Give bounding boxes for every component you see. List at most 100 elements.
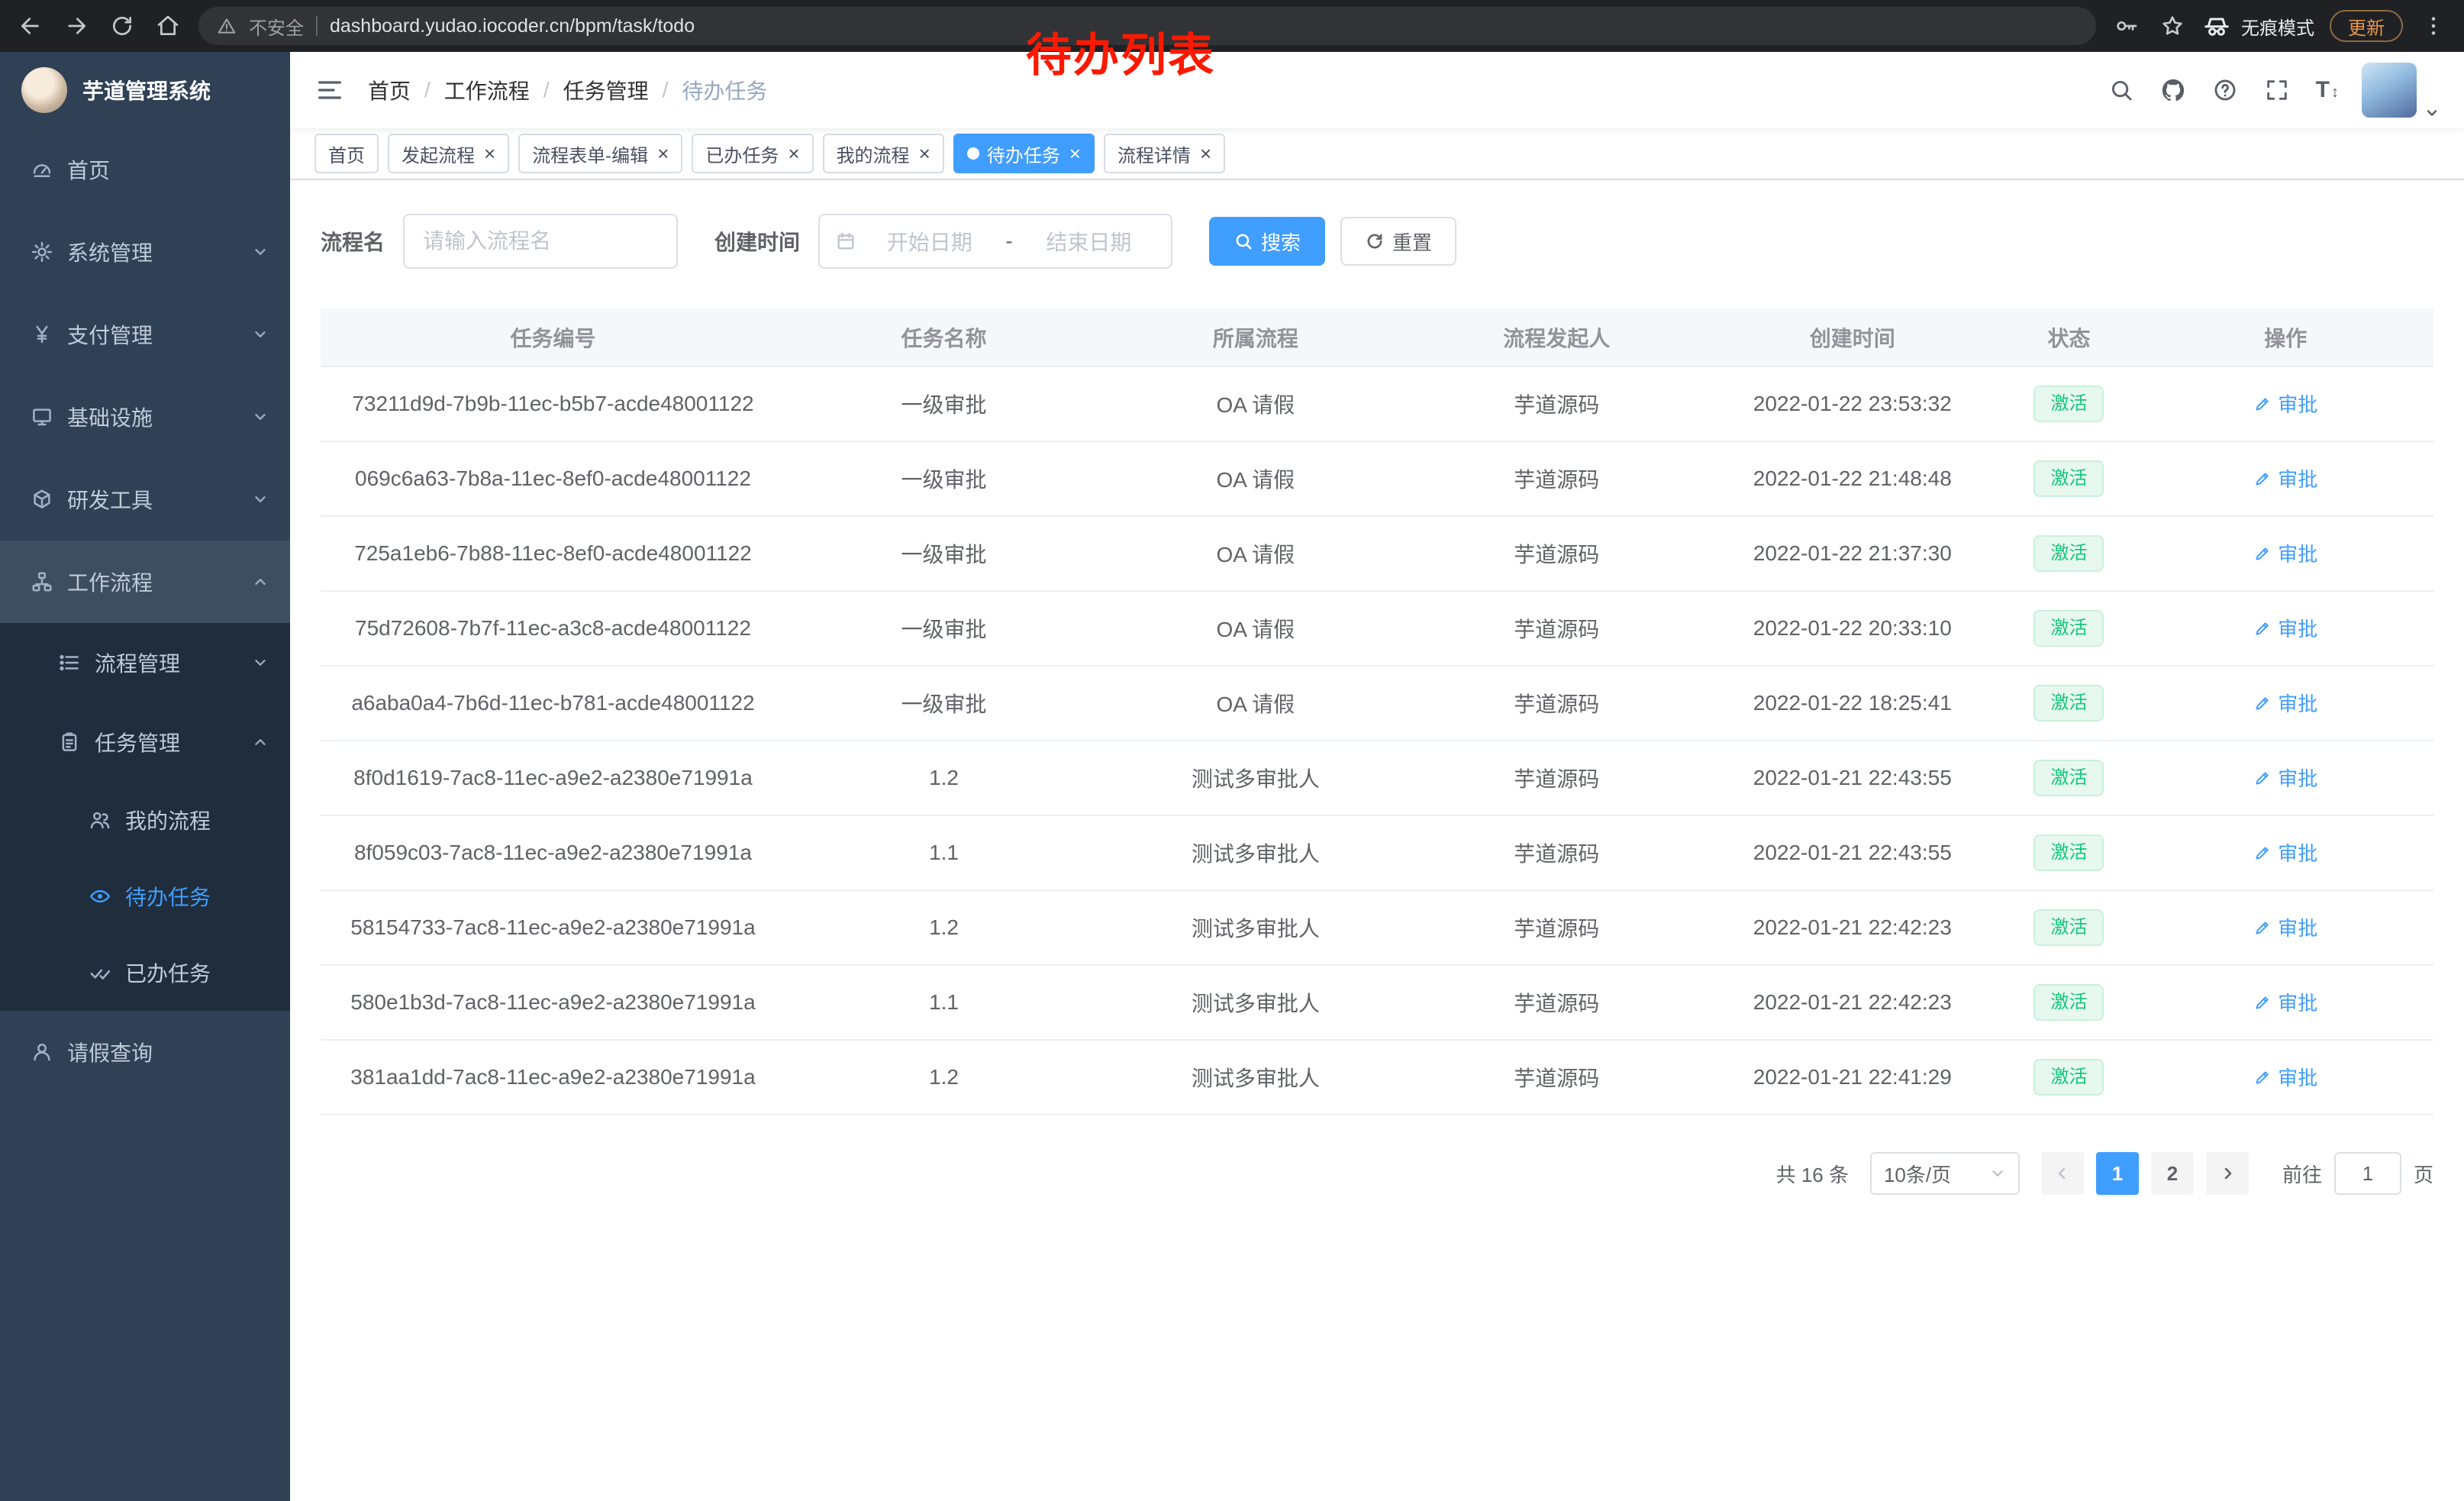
status-badge: 激活 <box>2033 834 2104 871</box>
tab-tag[interactable]: 首页 <box>314 134 379 173</box>
cell-starter: 芋道源码 <box>1409 890 1705 965</box>
tag-label: 首页 <box>328 140 365 167</box>
close-icon[interactable]: × <box>788 144 799 163</box>
forward-button[interactable] <box>61 11 92 41</box>
fullscreen-icon[interactable] <box>2264 77 2290 103</box>
update-button[interactable]: 更新 <box>2330 10 2403 42</box>
cell-action: 审批 <box>2137 815 2433 890</box>
calendar-icon <box>835 231 856 252</box>
sidebar-item-infrastructure[interactable]: 基础设施 <box>0 376 290 458</box>
status-badge: 激活 <box>2033 909 2104 946</box>
sidebar-item-label: 流程管理 <box>95 647 180 678</box>
browser-menu-button[interactable] <box>2418 11 2449 41</box>
reload-icon <box>110 14 134 38</box>
sidebar: 芋道管理系统 首页系统管理支付管理基础设施研发工具工作流程流程管理任务管理我的流… <box>0 52 290 1501</box>
sidebar-item-label: 研发工具 <box>67 484 153 515</box>
page-size-select[interactable]: 10条/页 <box>1870 1152 2020 1195</box>
cell-status: 激活 <box>2001 1040 2138 1115</box>
sidebar-item-label: 待办任务 <box>125 881 211 912</box>
app-logo[interactable]: 芋道管理系统 <box>0 52 290 128</box>
cell-action: 审批 <box>2137 441 2433 516</box>
breadcrumb-item: 待办任务 <box>682 75 767 105</box>
search-button[interactable]: 搜索 <box>1209 217 1325 266</box>
bookmark-star-icon[interactable] <box>2157 11 2188 41</box>
approve-link[interactable]: 审批 <box>2253 689 2317 717</box>
sidebar-item-leave-query[interactable]: 请假查询 <box>0 1011 290 1093</box>
reload-button[interactable] <box>107 11 137 41</box>
hamburger-icon[interactable] <box>314 75 345 105</box>
close-icon[interactable]: × <box>1200 144 1211 163</box>
sidebar-item-label: 支付管理 <box>67 319 153 350</box>
sidebar-item-todo-task[interactable]: 待办任务 <box>0 858 290 934</box>
question-icon[interactable] <box>2212 77 2238 103</box>
tab-tag[interactable]: 待办任务× <box>953 134 1095 173</box>
process-name-input[interactable] <box>403 214 678 269</box>
tab-tag[interactable]: 我的流程× <box>823 134 944 173</box>
sidebar-item-my-process[interactable]: 我的流程 <box>0 782 290 858</box>
sidebar-item-label: 基础设施 <box>67 402 153 432</box>
goto-page-input[interactable] <box>2334 1152 2401 1195</box>
sidebar-item-dev-tools[interactable]: 研发工具 <box>0 458 290 541</box>
search-icon[interactable] <box>2108 77 2134 103</box>
tab-tag[interactable]: 流程表单-编辑× <box>518 134 682 173</box>
key-icon[interactable] <box>2111 11 2142 41</box>
close-icon[interactable]: × <box>1069 144 1081 163</box>
cell-task-name: 1.2 <box>785 1040 1102 1115</box>
next-page-button[interactable] <box>2206 1152 2249 1195</box>
cell-starter: 芋道源码 <box>1409 666 1705 741</box>
cell-action: 审批 <box>2137 890 2433 965</box>
star-icon <box>2160 14 2185 38</box>
approve-link[interactable]: 审批 <box>2253 988 2317 1016</box>
breadcrumb-separator: / <box>424 78 431 102</box>
close-icon[interactable]: × <box>657 144 669 163</box>
approve-link[interactable]: 审批 <box>2253 389 2317 418</box>
my-process-icon <box>89 809 111 831</box>
breadcrumb-item[interactable]: 首页 <box>368 75 411 105</box>
table-row: 8f0d1619-7ac8-11ec-a9e2-a2380e71991a 1.2… <box>321 741 2433 815</box>
reset-button[interactable]: 重置 <box>1340 217 1456 266</box>
sidebar-item-label: 请假查询 <box>67 1037 153 1067</box>
avatar-caret-icon <box>2424 105 2440 121</box>
approve-link[interactable]: 审批 <box>2253 1063 2317 1091</box>
search-icon <box>1234 231 1253 251</box>
user-avatar[interactable] <box>2362 63 2417 118</box>
cell-task-id: 725a1eb6-7b88-11ec-8ef0-acde48001122 <box>321 516 785 591</box>
breadcrumb-item[interactable]: 任务管理 <box>563 75 649 105</box>
pagination: 共 16 条 10条/页 12 前往 页 <box>321 1152 2433 1195</box>
prev-page-button[interactable] <box>2041 1152 2084 1195</box>
close-icon[interactable]: × <box>919 144 930 163</box>
font-size-icon[interactable]: T↕ <box>2316 77 2339 103</box>
home-button[interactable] <box>153 11 183 41</box>
done-icon <box>89 961 111 984</box>
page-number-2[interactable]: 2 <box>2151 1152 2194 1195</box>
sidebar-item-payment[interactable]: 支付管理 <box>0 293 290 376</box>
back-button[interactable] <box>15 11 46 41</box>
approve-link[interactable]: 审批 <box>2253 763 2317 792</box>
task-table: 任务编号任务名称所属流程流程发起人创建时间状态操作 73211d9d-7b9b-… <box>321 308 2433 1115</box>
github-icon[interactable] <box>2160 77 2186 103</box>
sidebar-item-system[interactable]: 系统管理 <box>0 211 290 293</box>
sidebar-item-process-mgmt[interactable]: 流程管理 <box>0 623 290 702</box>
page-number-1[interactable]: 1 <box>2096 1152 2139 1195</box>
approve-link[interactable]: 审批 <box>2253 464 2317 492</box>
breadcrumb-separator: / <box>663 78 669 102</box>
approve-link[interactable]: 审批 <box>2253 539 2317 567</box>
date-range-picker[interactable]: 开始日期 - 结束日期 <box>818 214 1172 269</box>
tab-tag[interactable]: 发起流程× <box>388 134 509 173</box>
sidebar-item-home[interactable]: 首页 <box>0 128 290 211</box>
sidebar-item-done-task[interactable]: 已办任务 <box>0 934 290 1011</box>
close-icon[interactable]: × <box>484 144 495 163</box>
sidebar-item-workflow[interactable]: 工作流程 <box>0 541 290 623</box>
cell-status: 激活 <box>2001 366 2138 441</box>
breadcrumb-item[interactable]: 工作流程 <box>444 75 530 105</box>
tab-tag[interactable]: 已办任务× <box>692 134 813 173</box>
approve-link[interactable]: 审批 <box>2253 838 2317 867</box>
table-row: 069c6a63-7b8a-11ec-8ef0-acde48001122 一级审… <box>321 441 2433 516</box>
sidebar-item-task-mgmt[interactable]: 任务管理 <box>0 702 290 782</box>
tab-tag[interactable]: 流程详情× <box>1104 134 1225 173</box>
dashboard-icon <box>31 158 53 181</box>
approve-link[interactable]: 审批 <box>2253 913 2317 941</box>
column-header: 流程发起人 <box>1409 308 1705 366</box>
approve-link[interactable]: 审批 <box>2253 614 2317 642</box>
table-row: 580e1b3d-7ac8-11ec-a9e2-a2380e71991a 1.1… <box>321 965 2433 1040</box>
